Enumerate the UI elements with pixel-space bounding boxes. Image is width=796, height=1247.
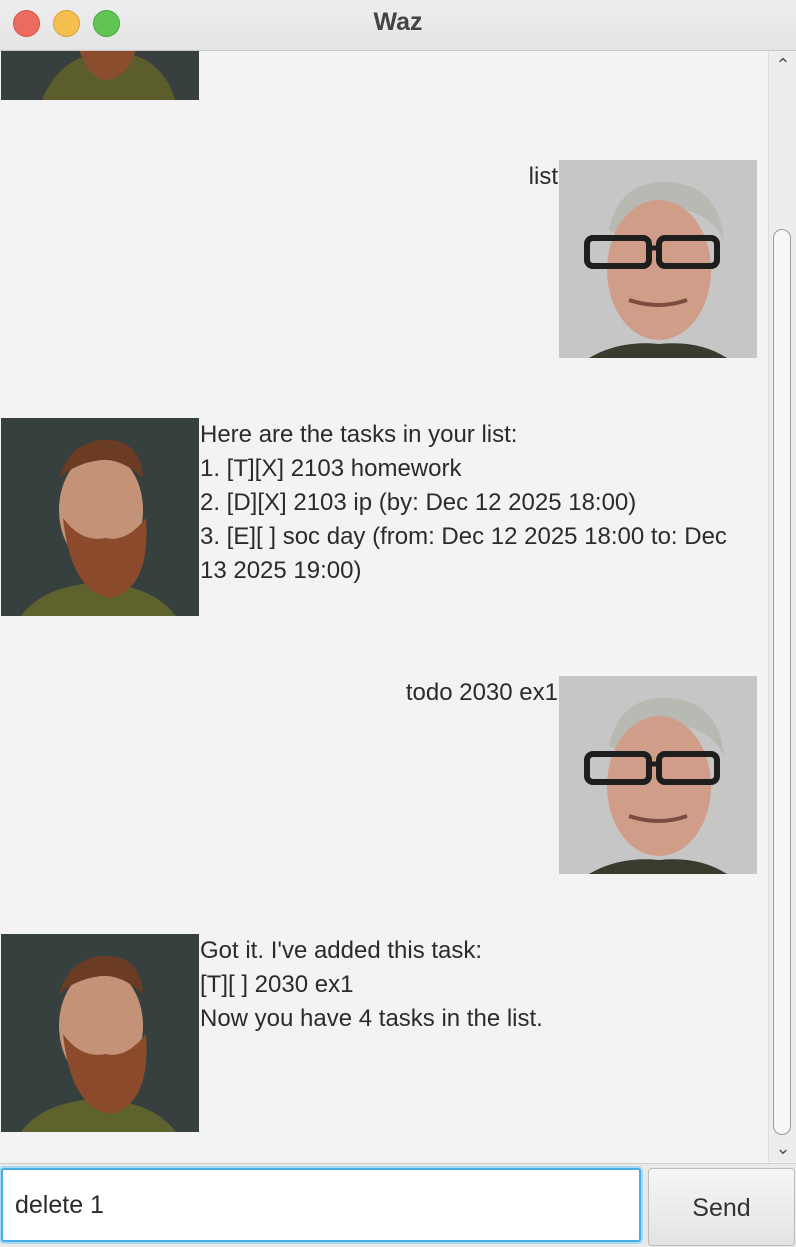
bot-avatar (1, 934, 199, 1132)
window-title: Waz (373, 8, 423, 36)
vertical-scrollbar[interactable]: ⌃ ⌄ (768, 51, 796, 1162)
bot-message-line: [T][ ] 2030 ex1 (200, 971, 354, 998)
bot-message-line: 2. [D][X] 2103 ip (by: Dec 12 2025 18:00… (200, 489, 637, 516)
send-button[interactable]: Send (648, 1168, 795, 1246)
user-avatar (559, 160, 757, 358)
scrollbar-thumb[interactable] (773, 229, 791, 1135)
bot-message-line: Here are the tasks in your list: (200, 421, 518, 448)
bot-message-line: 1. [T][X] 2103 homework (200, 455, 462, 482)
bot-message-line: 13 2025 19:00) (200, 557, 362, 584)
input-bar: Send (0, 1163, 796, 1247)
bot-message: Got it. I've added this task: [T][ ] 203… (200, 934, 543, 1036)
dialog-container[interactable]: list Here are the tasks in your list: 1.… (0, 51, 768, 1162)
user-avatar (559, 676, 757, 874)
bot-message-line: Got it. I've added this task: (200, 937, 483, 964)
bot-message-line: 3. [E][ ] soc day (from: Dec 12 2025 18:… (200, 523, 727, 550)
chevron-up-icon[interactable]: ⌃ (769, 53, 796, 77)
title-bar: Waz (0, 0, 796, 51)
bot-message: Here are the tasks in your list: 1. [T][… (200, 418, 727, 588)
bot-message-line: Now you have 4 tasks in the list. (200, 1005, 543, 1032)
user-message: todo 2030 ex1 (405, 679, 558, 706)
bot-avatar (1, 418, 199, 616)
user-message: list (528, 163, 558, 190)
bot-avatar (1, 51, 199, 100)
chevron-down-icon[interactable]: ⌄ (769, 1136, 796, 1160)
message-input[interactable] (1, 1168, 641, 1242)
